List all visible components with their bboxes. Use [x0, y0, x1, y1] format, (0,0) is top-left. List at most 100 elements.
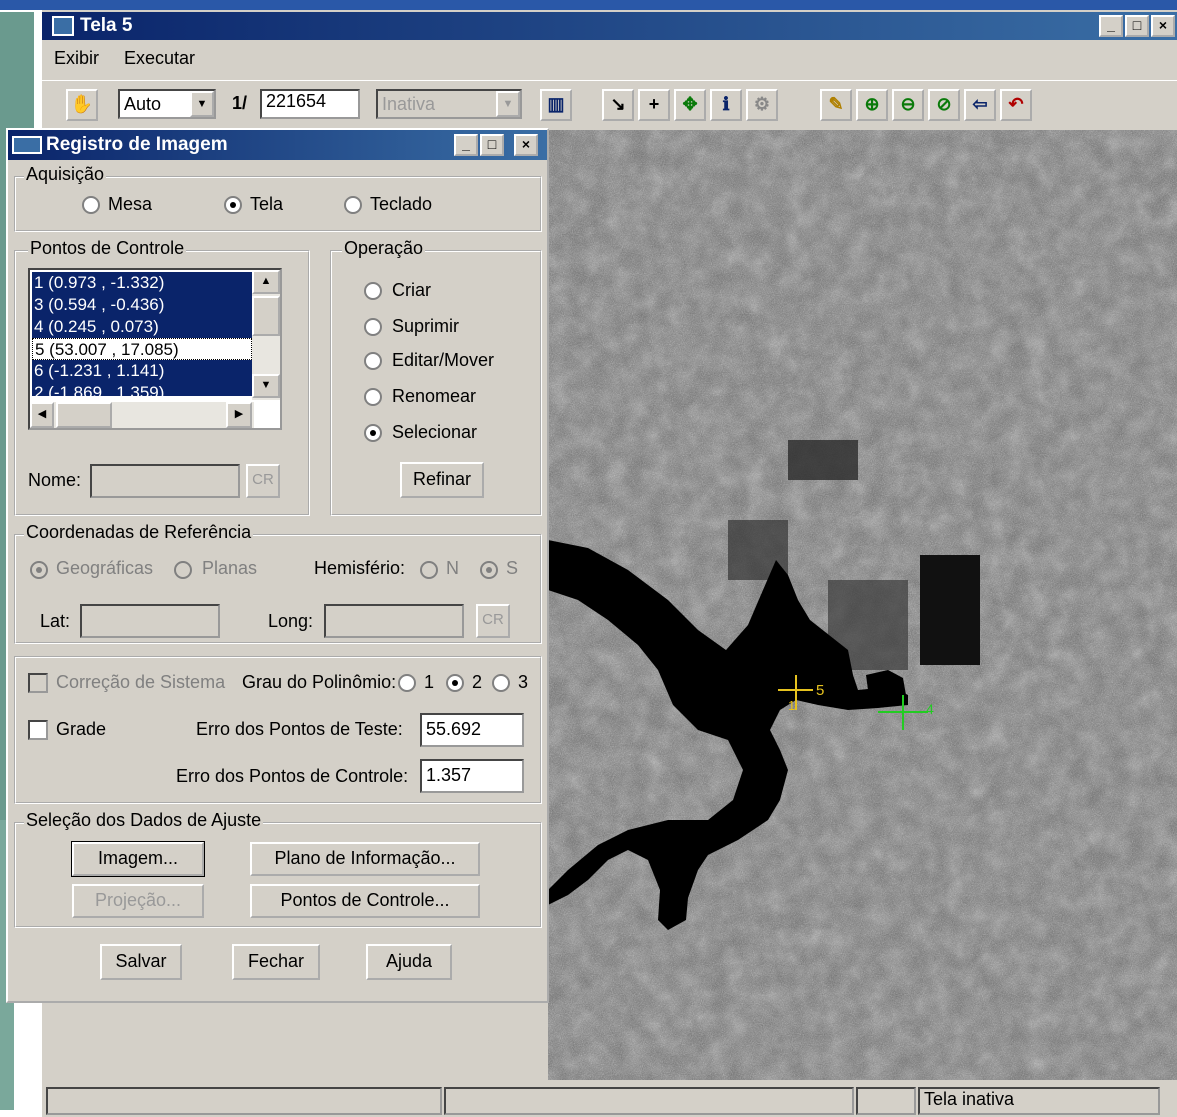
toolbar: ✋ Auto ▼ 1/ 221654 Inativa ▼ ▥ ↘ + ✥ ℹ ⚙…	[42, 80, 1177, 127]
radio-grau-1[interactable]	[398, 674, 416, 692]
radio-suprimir[interactable]	[364, 318, 382, 336]
list-item[interactable]: 6 (-1.231 , 1.141)	[32, 360, 252, 382]
chevron-down-icon[interactable]: ▼	[190, 91, 214, 117]
radio-tela-label: Tela	[250, 194, 284, 214]
imagem-button[interactable]: Imagem...	[71, 841, 205, 877]
radio-teclado[interactable]	[344, 196, 362, 214]
radio-selecionar[interactable]	[364, 424, 382, 442]
zoom-in-icon[interactable]: ⊕	[856, 89, 888, 121]
pontos-controle-button[interactable]: Pontos de Controle...	[250, 884, 480, 918]
list-vertical-scrollbar[interactable]: ▲ ▼	[252, 270, 280, 400]
pan-icon[interactable]: ✥	[674, 89, 706, 121]
list-item[interactable]: 1 (0.973 , -1.332)	[32, 272, 252, 294]
selecao-label: Seleção dos Dados de Ajuste	[24, 810, 264, 831]
close-button[interactable]: ×	[1151, 15, 1175, 37]
crosshair-icon[interactable]: +	[638, 89, 670, 121]
info-icon[interactable]: ℹ	[710, 89, 742, 121]
radio-editar-mover[interactable]	[364, 352, 382, 370]
dialog-maximize-button[interactable]: □	[480, 134, 504, 156]
radio-grau-2-label: 2	[472, 672, 483, 692]
radio-teclado-label: Teclado	[370, 194, 433, 214]
status-cell-1	[46, 1087, 442, 1115]
list-item[interactable]: 2 (-1.869 , 1.359)	[32, 382, 252, 396]
radio-mesa[interactable]	[82, 196, 100, 214]
pontos-controle-label: Pontos de Controle	[28, 238, 187, 259]
status-combo: Inativa ▼	[376, 89, 522, 119]
coordenadas-label: Coordenadas de Referência	[24, 522, 254, 543]
main-window-titlebar[interactable]: Tela 5 _ □ ×	[42, 12, 1177, 40]
zoom-out-icon[interactable]: ⊖	[892, 89, 924, 121]
maximize-button[interactable]: □	[1125, 15, 1149, 37]
nome-input[interactable]	[90, 464, 240, 498]
list-item[interactable]: 5 (53.007 , 17.085)	[32, 338, 252, 360]
projecao-button: Projeção...	[72, 884, 204, 918]
undo-icon[interactable]: ↶	[1000, 89, 1032, 121]
dialog-close-button[interactable]: ×	[514, 134, 538, 156]
nome-label: Nome:	[28, 470, 82, 490]
radio-grau-3[interactable]	[492, 674, 510, 692]
menu-exibir[interactable]: Exibir	[54, 48, 99, 69]
lat-input[interactable]	[80, 604, 220, 638]
chevron-down-icon: ▼	[496, 91, 520, 117]
list-item[interactable]: 4 (0.245 , 0.073)	[32, 316, 252, 338]
aquisicao-label: Aquisição	[24, 164, 107, 185]
radio-tela[interactable]	[224, 196, 242, 214]
scale-input[interactable]: 221654	[260, 89, 360, 119]
list-item[interactable]: 3 (0.594 , -0.436)	[32, 294, 252, 316]
pencil-icon[interactable]: ✎	[820, 89, 852, 121]
scroll-down-icon[interactable]: ▼	[252, 374, 280, 398]
radio-grau-2[interactable]	[446, 674, 464, 692]
plano-informacao-button[interactable]: Plano de Informação...	[250, 842, 480, 876]
scroll-up-icon[interactable]: ▲	[252, 270, 280, 294]
radio-hemisferio-n-label: N	[446, 558, 459, 578]
import-icon[interactable]: ↘	[602, 89, 634, 121]
scroll-right-icon[interactable]: ▶	[226, 402, 252, 428]
satellite-image[interactable]: 5 1 4	[548, 130, 1177, 1080]
scroll-left-icon[interactable]: ◀	[30, 402, 54, 428]
marker-1-label: 1	[788, 698, 795, 713]
main-window-title: Tela 5	[80, 15, 133, 36]
radio-hemisferio-n	[420, 561, 438, 579]
grade-label: Grade	[56, 719, 107, 739]
grau-polinomio-label: Grau do Polinômio:	[242, 672, 397, 692]
radio-hemisferio-s	[480, 561, 498, 579]
dialog-titlebar[interactable]: Registro de Imagem _ □ ×	[8, 130, 547, 160]
long-input[interactable]	[324, 604, 464, 638]
refinar-button[interactable]: Refinar	[400, 462, 484, 498]
radio-geograficas	[30, 561, 48, 579]
nome-cr-button: CR	[246, 464, 280, 498]
operacao-label: Operação	[342, 238, 426, 259]
grade-checkbox[interactable]	[28, 720, 48, 740]
radio-geograficas-label: Geográficas	[56, 558, 154, 578]
hscroll-thumb[interactable]	[56, 402, 112, 428]
scale-prefix: 1/	[232, 93, 248, 113]
dialog-minimize-button[interactable]: _	[454, 134, 478, 156]
salvar-button[interactable]: Salvar	[100, 944, 182, 980]
zoom-mode-combo[interactable]: Auto ▼	[118, 89, 216, 119]
radio-suprimir-label: Suprimir	[392, 316, 460, 336]
zoom-area-icon[interactable]: ⊘	[928, 89, 960, 121]
list-horizontal-scrollbar[interactable]: ◀ ▶	[30, 402, 254, 428]
erro-controle-field[interactable]: 1.357	[420, 759, 524, 793]
radio-criar[interactable]	[364, 282, 382, 300]
menu-executar[interactable]: Executar	[124, 48, 195, 69]
control-points-list[interactable]: 1 (0.973 , -1.332) 3 (0.594 , -0.436) 4 …	[28, 268, 282, 430]
status-cell-3	[856, 1087, 916, 1115]
scroll-thumb[interactable]	[252, 296, 280, 336]
bands-icon[interactable]: ▥	[540, 89, 572, 121]
dialog-window-icon	[12, 136, 42, 154]
erro-teste-field[interactable]: 55.692	[420, 713, 524, 747]
radio-criar-label: Criar	[392, 280, 431, 300]
radio-renomear[interactable]	[364, 388, 382, 406]
satellite-image-canvas: 5 1 4	[548, 130, 1177, 1080]
radio-grau-3-label: 3	[518, 672, 529, 692]
ajuda-button[interactable]: Ajuda	[366, 944, 452, 980]
fechar-button[interactable]: Fechar	[232, 944, 320, 980]
correcao-sistema-checkbox	[28, 673, 48, 693]
status-cell-message: Tela inativa	[918, 1087, 1160, 1115]
cursor-tool-icon[interactable]: ✋	[66, 89, 98, 121]
hemisferio-label: Hemisfério:	[314, 558, 406, 578]
back-arrow-icon[interactable]: ⇦	[964, 89, 996, 121]
radio-grau-1-label: 1	[424, 672, 435, 692]
minimize-button[interactable]: _	[1099, 15, 1123, 37]
